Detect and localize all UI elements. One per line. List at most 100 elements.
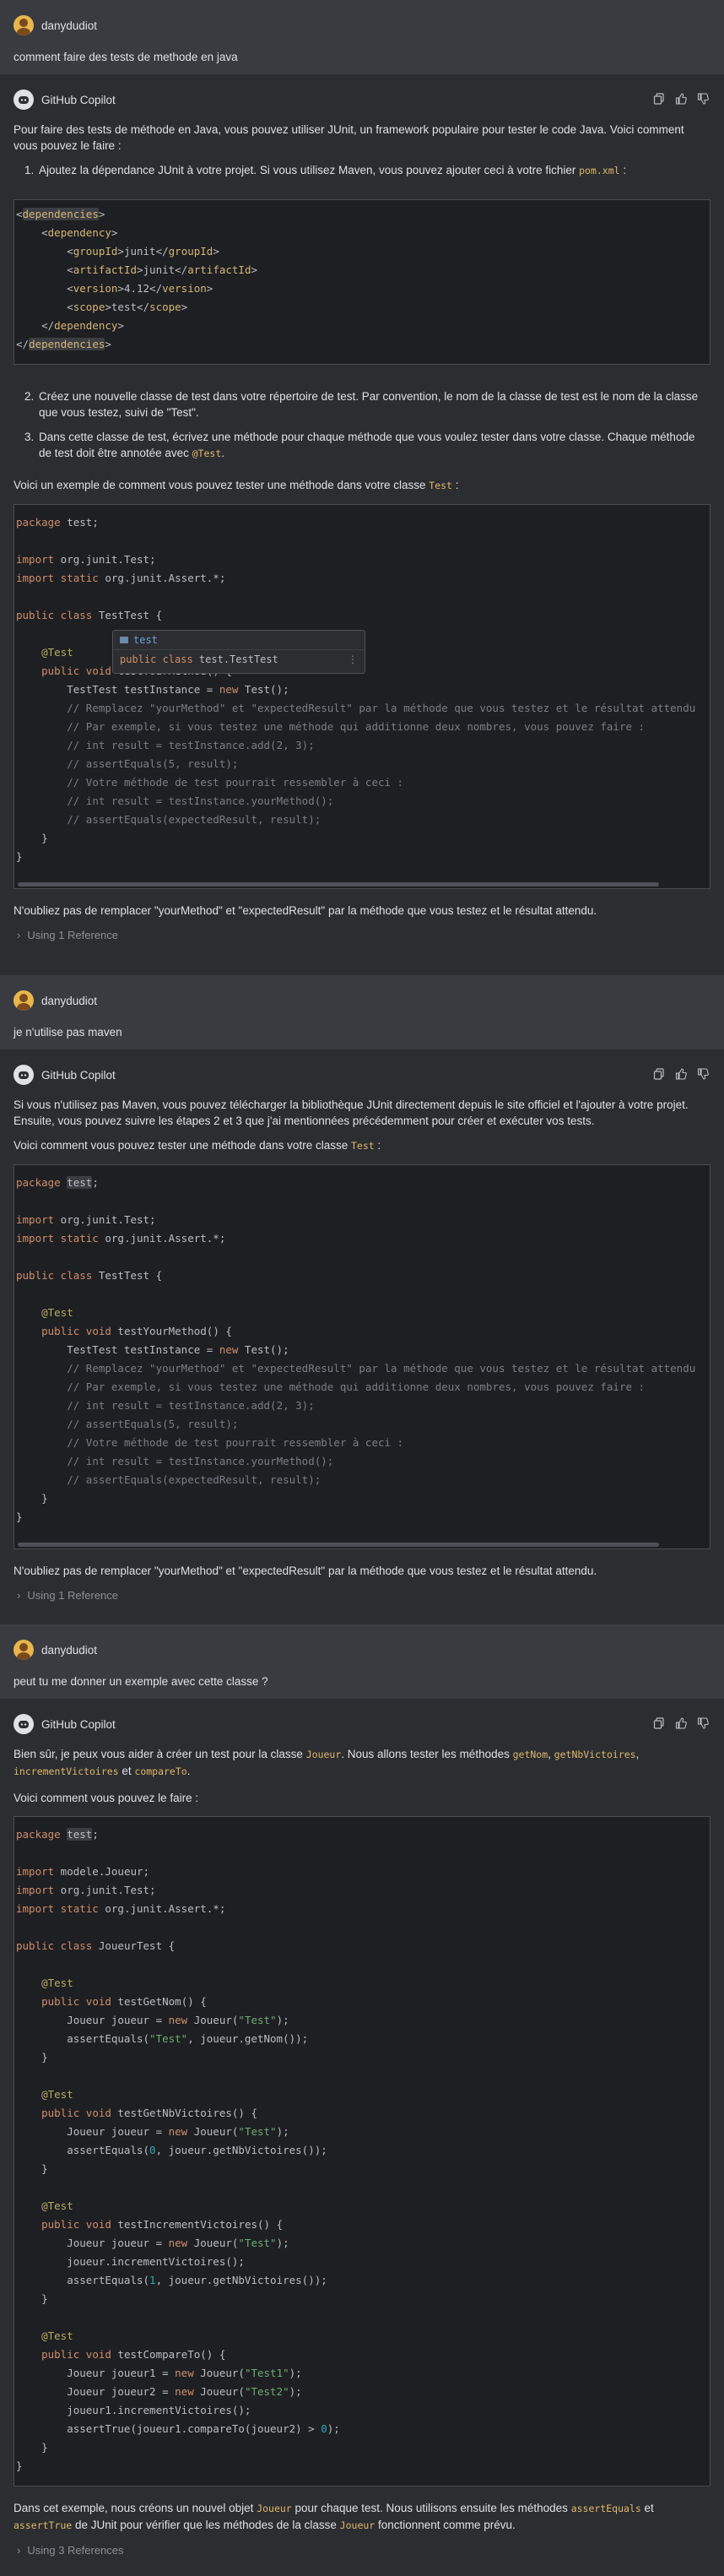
message-actions	[651, 1066, 710, 1082]
response-outro: Dans cet exemple, nous créons un nouvel …	[14, 2500, 710, 2534]
thumbs-up-icon[interactable]	[673, 91, 689, 106]
user-header: danydudiot	[14, 14, 710, 37]
popup-keyword: public class	[120, 653, 193, 665]
inline-code: Test	[350, 1140, 375, 1152]
copilot-response-3: GitHub Copilot Bien sûr, je peux vous ai…	[0, 1699, 724, 2576]
inline-code: Joueur	[257, 2503, 292, 2514]
step-text: Créez une nouvelle classe de test dans v…	[39, 390, 699, 419]
step-text: Dans cette classe de test, écrivez une m…	[39, 431, 695, 459]
copilot-avatar	[14, 1714, 34, 1734]
response-intro: Bien sûr, je peux vous aider à créer un …	[14, 1746, 710, 1780]
horizontal-scrollbar[interactable]	[14, 881, 710, 888]
example-intro: Voici un exemple de comment vous pouvez …	[14, 477, 710, 494]
code-block-java-1[interactable]: package test; import org.junit.Test; impor…	[14, 504, 710, 889]
text: :	[374, 1139, 381, 1152]
how-text: Voici comment vous pouvez le faire :	[14, 1792, 199, 1804]
code-block-java-3[interactable]: package test; import modele.Joueur; import…	[14, 1816, 710, 2487]
chevron-right-icon: ›	[17, 2544, 21, 2557]
thumbs-down-icon[interactable]	[695, 1066, 710, 1082]
text: Dans cet exemple, nous créons un nouvel …	[14, 2502, 257, 2514]
copy-icon[interactable]	[651, 91, 667, 106]
user-message-2: danydudiot je n'utilise pas maven	[0, 975, 724, 1049]
copy-icon[interactable]	[651, 1716, 667, 1731]
thumbs-down-icon[interactable]	[695, 1716, 710, 1731]
thumbs-up-icon[interactable]	[673, 1066, 689, 1082]
code-block-java-2[interactable]: package test; import org.junit.Test; impor…	[14, 1164, 710, 1549]
text: :	[451, 479, 459, 491]
references-toggle[interactable]: › Using 1 Reference	[14, 929, 710, 941]
inline-code: assertTrue	[14, 2519, 73, 2531]
steps-list-2: Créez une nouvelle classe de test dans v…	[37, 388, 710, 462]
inline-code: Joueur	[339, 2519, 376, 2531]
list-item: Dans cette classe de test, écrivez une m…	[37, 429, 710, 462]
user-message-text: je n'utilise pas maven	[14, 1026, 122, 1039]
inline-code: @Test	[192, 447, 222, 459]
response-outro: N'oubliez pas de remplacer "yourMethod" …	[14, 904, 597, 917]
step-text-end: :	[619, 164, 627, 176]
popup-title: test	[133, 634, 158, 646]
steps-list-1: Ajoutez la dépendance JUnit à votre proj…	[37, 162, 710, 179]
user-avatar	[14, 990, 34, 1011]
copilot-header: GitHub Copilot	[14, 1063, 710, 1087]
chevron-right-icon: ›	[17, 929, 21, 941]
step-text: Ajoutez la dépendance JUnit à votre proj…	[39, 164, 580, 176]
popup-header: test	[113, 631, 365, 649]
thumbs-up-icon[interactable]	[673, 1716, 689, 1731]
user-avatar	[14, 15, 34, 35]
user-avatar	[14, 1640, 34, 1660]
text: Voici un exemple de comment vous pouvez …	[14, 479, 430, 491]
user-name: danydudiot	[41, 19, 98, 32]
chevron-right-icon: ›	[17, 1589, 21, 1602]
references-toggle[interactable]: › Using 3 References	[14, 2544, 710, 2557]
list-item: Ajoutez la dépendance JUnit à votre proj…	[37, 162, 710, 179]
horizontal-scrollbar[interactable]	[14, 1541, 710, 1548]
inline-code: incrementVictoires	[14, 1765, 119, 1777]
more-icon[interactable]: ⋮	[348, 653, 358, 666]
user-message-1: danydudiot comment faire des tests de me…	[0, 0, 724, 74]
copilot-header: GitHub Copilot	[14, 1712, 710, 1736]
text: ,	[635, 1748, 640, 1760]
text: .	[186, 1765, 191, 1777]
code-block-xml[interactable]: <dependencies> <dependency> <groupId>jun…	[14, 199, 710, 365]
text: ,	[548, 1748, 554, 1760]
thumbs-down-icon[interactable]	[695, 91, 710, 106]
quick-doc-popup[interactable]: test public class test.TestTest ⋮	[112, 630, 365, 674]
user-name: danydudiot	[41, 994, 98, 1007]
inline-code: pom.xml	[579, 165, 620, 176]
inline-code: getNbVictoires	[554, 1749, 636, 1760]
inline-code: getNom	[512, 1749, 548, 1760]
text: . Nous allons tester les méthodes	[341, 1748, 513, 1760]
text: Voici comment vous pouvez tester une mét…	[14, 1139, 351, 1152]
response-intro: Pour faire des tests de méthode en Java,…	[14, 123, 684, 152]
inline-code: Test	[429, 480, 452, 491]
user-name: danydudiot	[41, 1643, 98, 1657]
inline-code: assertEquals	[570, 2503, 641, 2514]
reference-label: Using 1 Reference	[27, 929, 119, 941]
text: fonctionnent comme prévu.	[375, 2519, 516, 2531]
response-outro: N'oubliez pas de remplacer "yourMethod" …	[14, 1565, 597, 1577]
text: et	[118, 1765, 135, 1777]
copilot-name: GitHub Copilot	[41, 93, 116, 106]
user-message-text: comment faire des tests de methode en ja…	[14, 51, 238, 63]
user-message-3: danydudiot peut tu me donner un exemple …	[0, 1624, 724, 1699]
copilot-header: GitHub Copilot	[14, 88, 710, 111]
list-item: Créez une nouvelle classe de test dans v…	[37, 388, 710, 420]
copilot-name: GitHub Copilot	[41, 1068, 116, 1082]
user-message-text: peut tu me donner un exemple avec cette …	[14, 1675, 268, 1688]
text: pour chaque test. Nous utilisons ensuite…	[291, 2502, 571, 2514]
copilot-name: GitHub Copilot	[41, 1717, 116, 1731]
copy-icon[interactable]	[651, 1066, 667, 1082]
copilot-avatar	[14, 1065, 34, 1085]
example-intro: Voici comment vous pouvez tester une mét…	[14, 1137, 710, 1154]
copilot-response-2: GitHub Copilot Si vous n'utilisez pas Ma…	[0, 1049, 724, 1624]
copilot-response-1: GitHub Copilot Pour faire des tests de m…	[0, 74, 724, 975]
reference-label: Using 1 Reference	[27, 1589, 119, 1602]
package-icon	[120, 637, 128, 643]
user-header: danydudiot	[14, 1638, 710, 1662]
text: de JUnit pour vérifier que les méthodes …	[72, 2519, 340, 2531]
text: et	[640, 2502, 654, 2514]
references-toggle[interactable]: › Using 1 Reference	[14, 1589, 710, 1602]
message-actions	[651, 1716, 710, 1731]
inline-code: compareTo	[134, 1765, 187, 1777]
copilot-avatar	[14, 89, 34, 110]
